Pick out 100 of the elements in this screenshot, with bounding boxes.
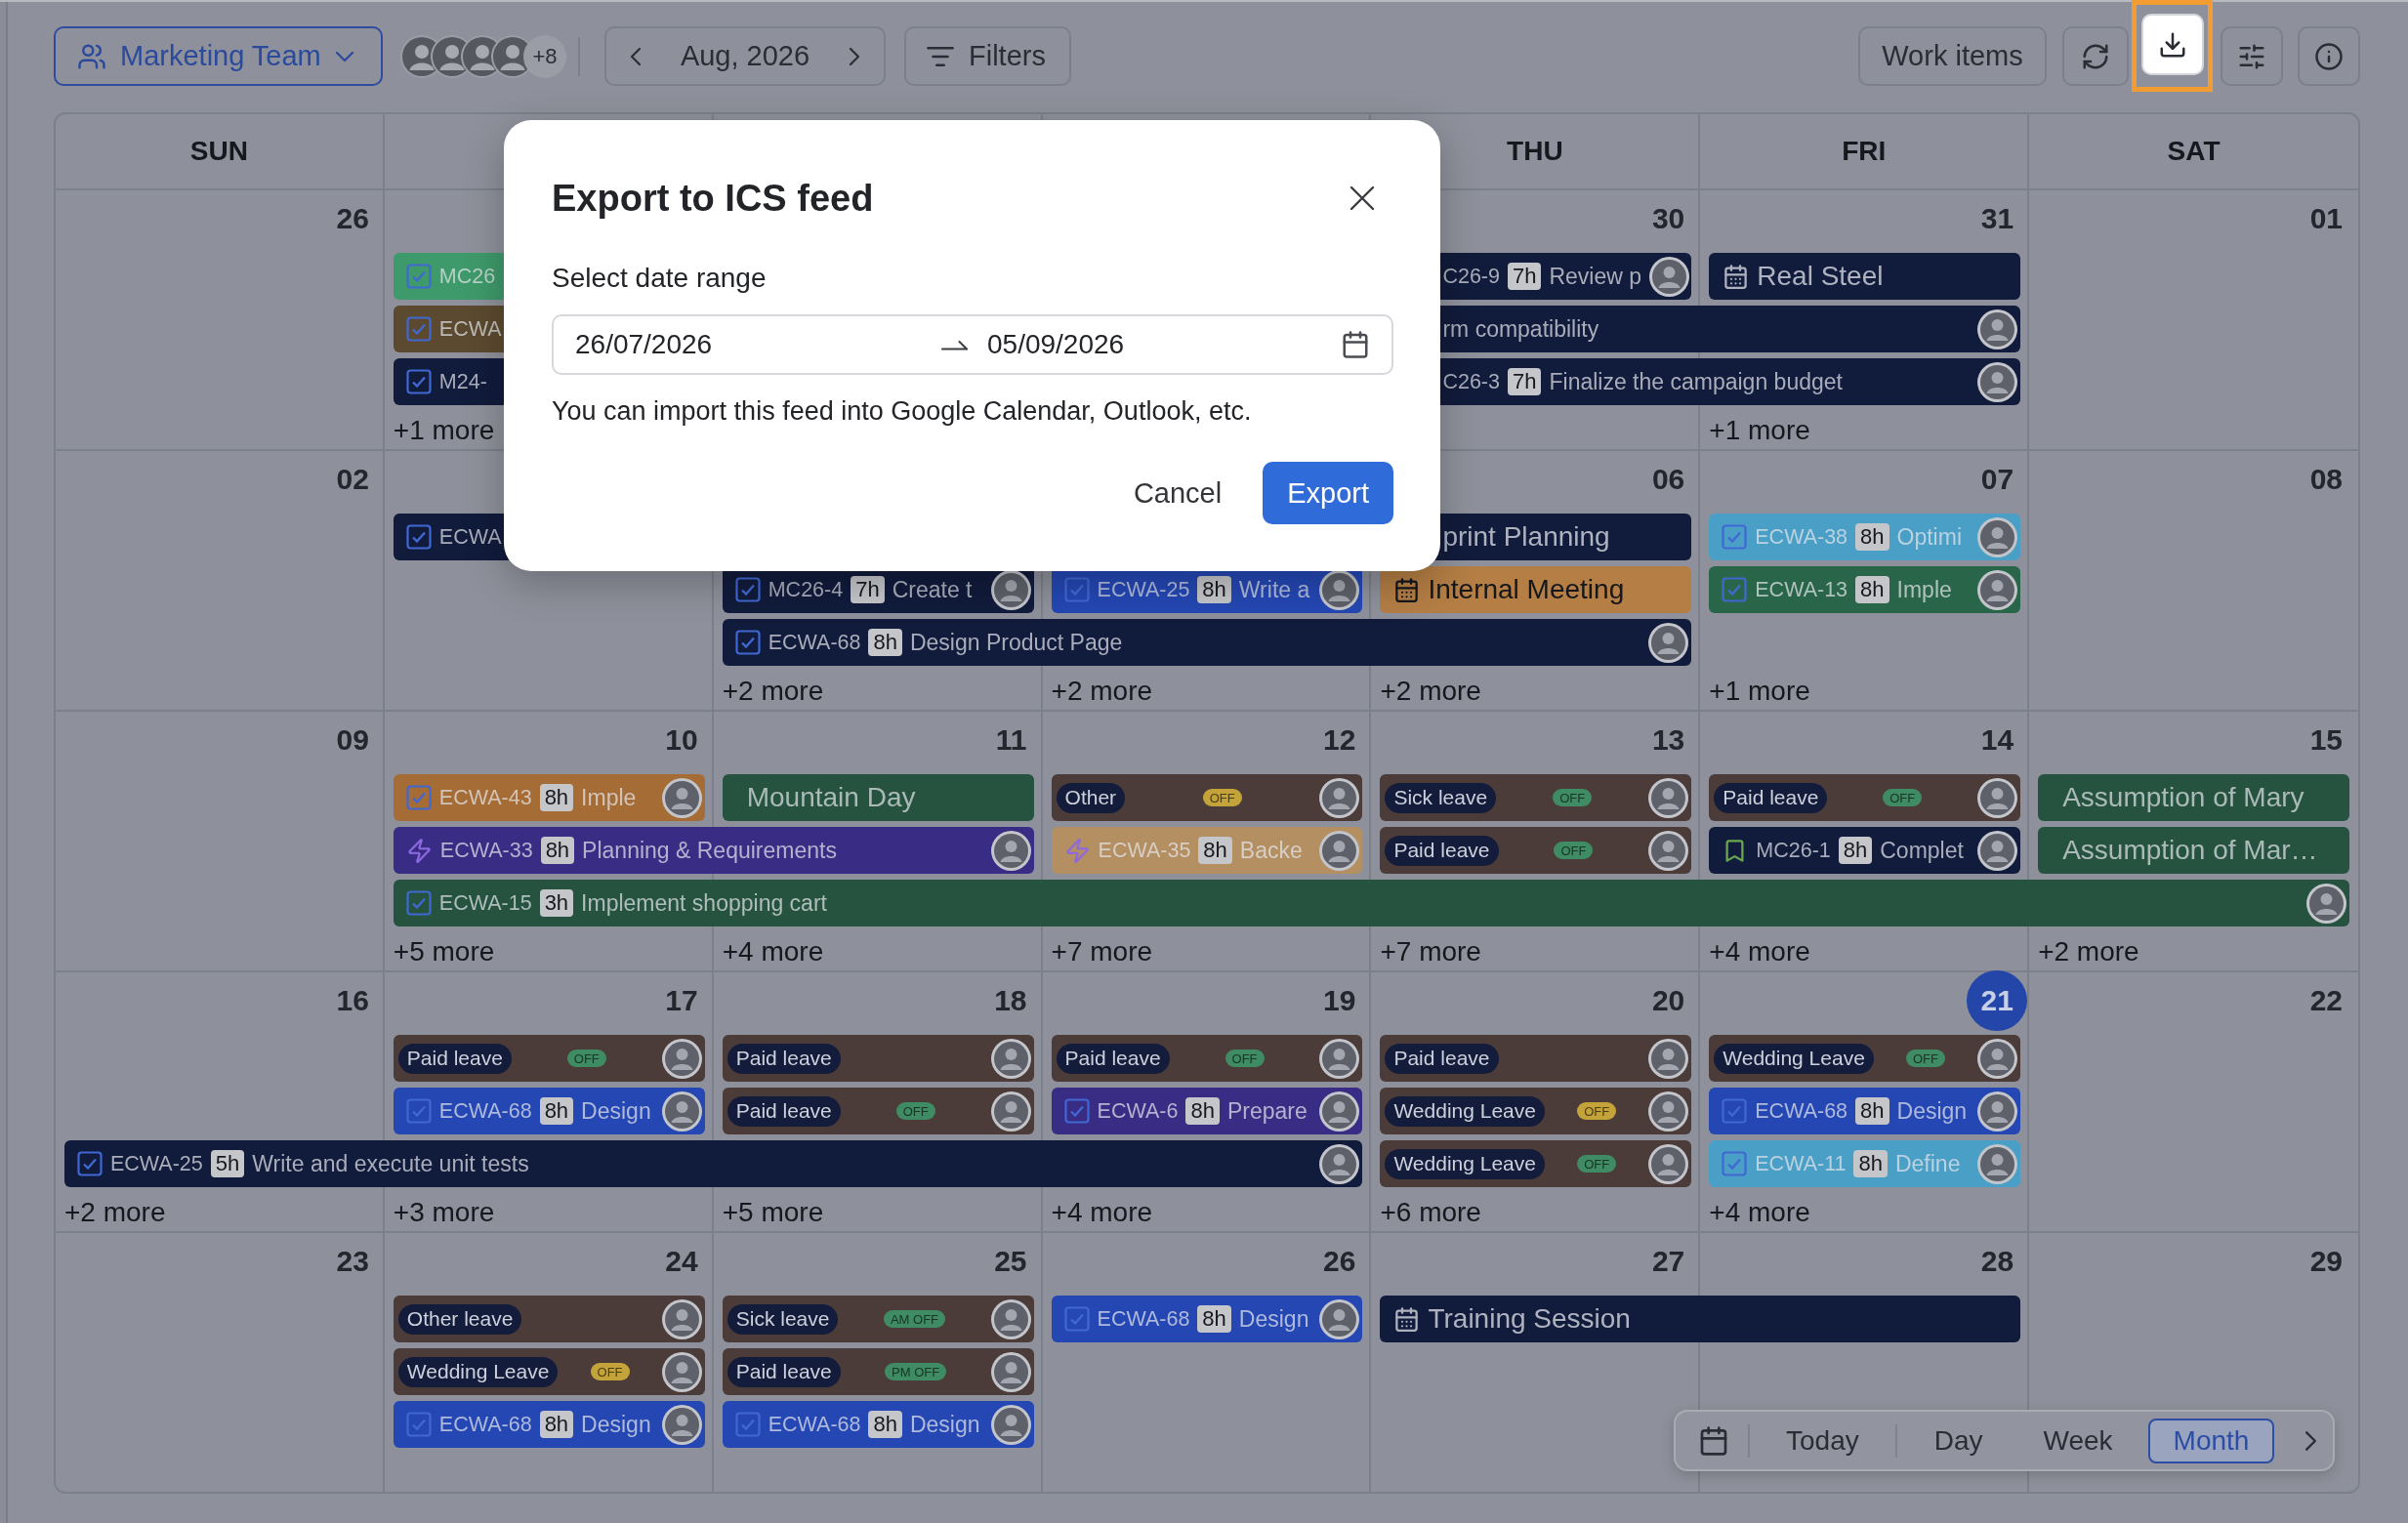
task-bar[interactable]: ECWA-25 5h Write and execute unit tests (64, 1140, 1363, 1187)
task-bar[interactable]: ECWA-68 8h Design (1709, 1088, 2021, 1134)
date-number: 30 (1651, 202, 1685, 235)
download-button[interactable] (2140, 14, 2204, 75)
task-bar[interactable]: ECWA-68 8h Design (722, 1401, 1034, 1448)
more-events-link[interactable]: +2 more (64, 1196, 166, 1228)
task-id: ECWA-25 (110, 1151, 203, 1176)
leave-bar[interactable]: Wedding Leave OFF (393, 1348, 705, 1395)
settings-button[interactable] (2221, 26, 2283, 86)
task-bar[interactable]: ECWA-68 8h Design (393, 1088, 705, 1134)
hours-badge: 8h (1853, 1150, 1888, 1177)
hours-badge: 8h (1197, 576, 1231, 603)
cancel-button[interactable]: Cancel (1109, 462, 1246, 524)
leave-type-tag: Paid leave (1385, 1043, 1499, 1074)
filters-button[interactable]: Filters (904, 26, 1071, 86)
more-events-link[interactable]: +7 more (1380, 935, 1481, 967)
task-title: Design (581, 1097, 651, 1125)
leave-type-tag: Paid leave (397, 1043, 512, 1074)
task-bar[interactable]: ECWA-43 8h Imple (393, 774, 705, 821)
refresh-button[interactable] (2062, 26, 2129, 86)
leave-bar[interactable]: Sick leave OFF (1380, 774, 1692, 821)
leave-bar[interactable]: Paid leave OFF (722, 1088, 1034, 1134)
weekday-header: FRI (1842, 136, 1887, 167)
task-bar[interactable]: ECWA-11 8h Define (1709, 1140, 2021, 1187)
leave-type-tag: Paid leave (727, 1095, 841, 1127)
task-title: Write a (1238, 576, 1310, 603)
more-events-link[interactable]: +5 more (722, 1196, 824, 1228)
work-items-button[interactable]: Work items (1858, 26, 2047, 86)
task-id: MC26-4 (768, 577, 844, 602)
leave-bar[interactable]: Paid leave PM OFF (722, 1348, 1034, 1395)
leave-bar[interactable]: Other OFF (1051, 774, 1363, 821)
more-events-link[interactable]: +4 more (1051, 1196, 1153, 1228)
holiday-bar[interactable]: Assumption of Mar… (2038, 827, 2349, 874)
holiday-bar[interactable]: Assumption of Mary (2038, 774, 2349, 821)
info-button[interactable] (2298, 26, 2360, 86)
export-button[interactable]: Export (1263, 462, 1393, 524)
task-bar[interactable]: ECWA-68 8h Design (393, 1401, 705, 1448)
task-title: Optimi (1896, 523, 1962, 551)
task-id: ECWA-68 (768, 1412, 861, 1437)
hours-badge: 3h (539, 889, 574, 917)
task-title: rm compatibility (1442, 315, 1599, 343)
more-events-link[interactable]: +1 more (1709, 414, 1810, 446)
today-button[interactable]: Today (1750, 1418, 1895, 1463)
leave-bar[interactable]: Paid leave (722, 1035, 1034, 1082)
weekday-header: SUN (189, 136, 248, 167)
more-events-link[interactable]: +2 more (1051, 675, 1153, 707)
hours-badge: 7h (1508, 263, 1542, 290)
start-date-input[interactable]: 26/07/2026 (575, 329, 941, 360)
more-events-link[interactable]: +6 more (1380, 1196, 1481, 1228)
task-bar[interactable]: ECWA-13 8h Imple (1709, 566, 2021, 613)
more-events-link[interactable]: +3 more (393, 1196, 495, 1228)
checkbox-icon (405, 890, 432, 916)
task-bar[interactable]: ECWA-35 8h Backe (1051, 827, 1363, 874)
more-events-link[interactable]: +2 more (2038, 935, 2139, 967)
more-events-link[interactable]: +1 more (393, 414, 495, 446)
date-number: 01 (2309, 202, 2343, 235)
leave-bar[interactable]: Sick leave AM OFF (722, 1296, 1034, 1342)
checkbox-icon (1063, 577, 1090, 602)
task-bar[interactable]: ECWA-68 8h Design (1051, 1296, 1363, 1342)
task-id: ECWA-68 (1755, 1098, 1848, 1124)
leave-bar[interactable]: Other leave (393, 1296, 705, 1342)
leave-bar[interactable]: Paid leave OFF (393, 1035, 705, 1082)
holiday-bar[interactable]: Mountain Day (722, 774, 1034, 821)
more-events-link[interactable]: +7 more (1051, 935, 1153, 967)
date-range-field[interactable]: 26/07/2026 05/09/2026 (552, 314, 1393, 375)
more-events-link[interactable]: +4 more (1709, 1196, 1810, 1228)
more-events-link[interactable]: +4 more (722, 935, 824, 967)
task-bar[interactable]: ECWA-38 8h Optimi (1709, 514, 2021, 560)
more-events-link[interactable]: +4 more (1709, 935, 1810, 967)
checkbox-icon (405, 1098, 432, 1124)
checkbox-icon (1722, 524, 1748, 550)
task-bar[interactable]: ECWA-6 8h Prepare (1051, 1088, 1363, 1134)
leave-bar[interactable]: Paid leave OFF (1380, 827, 1692, 874)
time-off-badge: OFF (566, 1050, 606, 1067)
event-bar[interactable]: Training Session (1380, 1296, 2021, 1342)
view-tab[interactable]: Week (2017, 1418, 2138, 1463)
leave-type-tag: Sick leave (727, 1303, 839, 1335)
event-bar[interactable]: Internal Meeting (1380, 566, 1692, 613)
leave-bar[interactable]: Paid leave OFF (1709, 774, 2021, 821)
end-date-input[interactable]: 05/09/2026 (987, 329, 1341, 360)
task-bar[interactable]: MC26-1 8h Complet (1709, 827, 2021, 874)
more-events-link[interactable]: +2 more (1380, 675, 1481, 707)
hours-badge: 7h (851, 576, 885, 603)
leave-bar[interactable]: Wedding Leave OFF (1380, 1140, 1692, 1187)
view-tab[interactable]: Day (1908, 1418, 2009, 1463)
task-bar[interactable]: ECWA-68 8h Design Product Page (722, 619, 1692, 666)
leave-bar[interactable]: Wedding Leave OFF (1709, 1035, 2021, 1082)
event-bar[interactable]: Real Steel (1709, 253, 2021, 300)
hours-badge: 8h (1185, 1097, 1220, 1125)
checkbox-icon (1063, 1098, 1090, 1124)
task-bar[interactable]: ECWA-33 8h Planning & Requirements (393, 827, 1034, 874)
task-bar[interactable]: ECWA-15 3h Implement shopping cart (393, 880, 2349, 926)
leave-bar[interactable]: Wedding Leave OFF (1380, 1088, 1692, 1134)
leave-bar[interactable]: Paid leave (1380, 1035, 1692, 1082)
date-number: 15 (2309, 723, 2343, 757)
hours-badge: 8h (539, 1411, 574, 1438)
more-events-link[interactable]: +2 more (722, 675, 824, 707)
more-events-link[interactable]: +5 more (393, 935, 495, 967)
more-events-link[interactable]: +1 more (1709, 675, 1810, 707)
leave-bar[interactable]: Paid leave OFF (1051, 1035, 1363, 1082)
